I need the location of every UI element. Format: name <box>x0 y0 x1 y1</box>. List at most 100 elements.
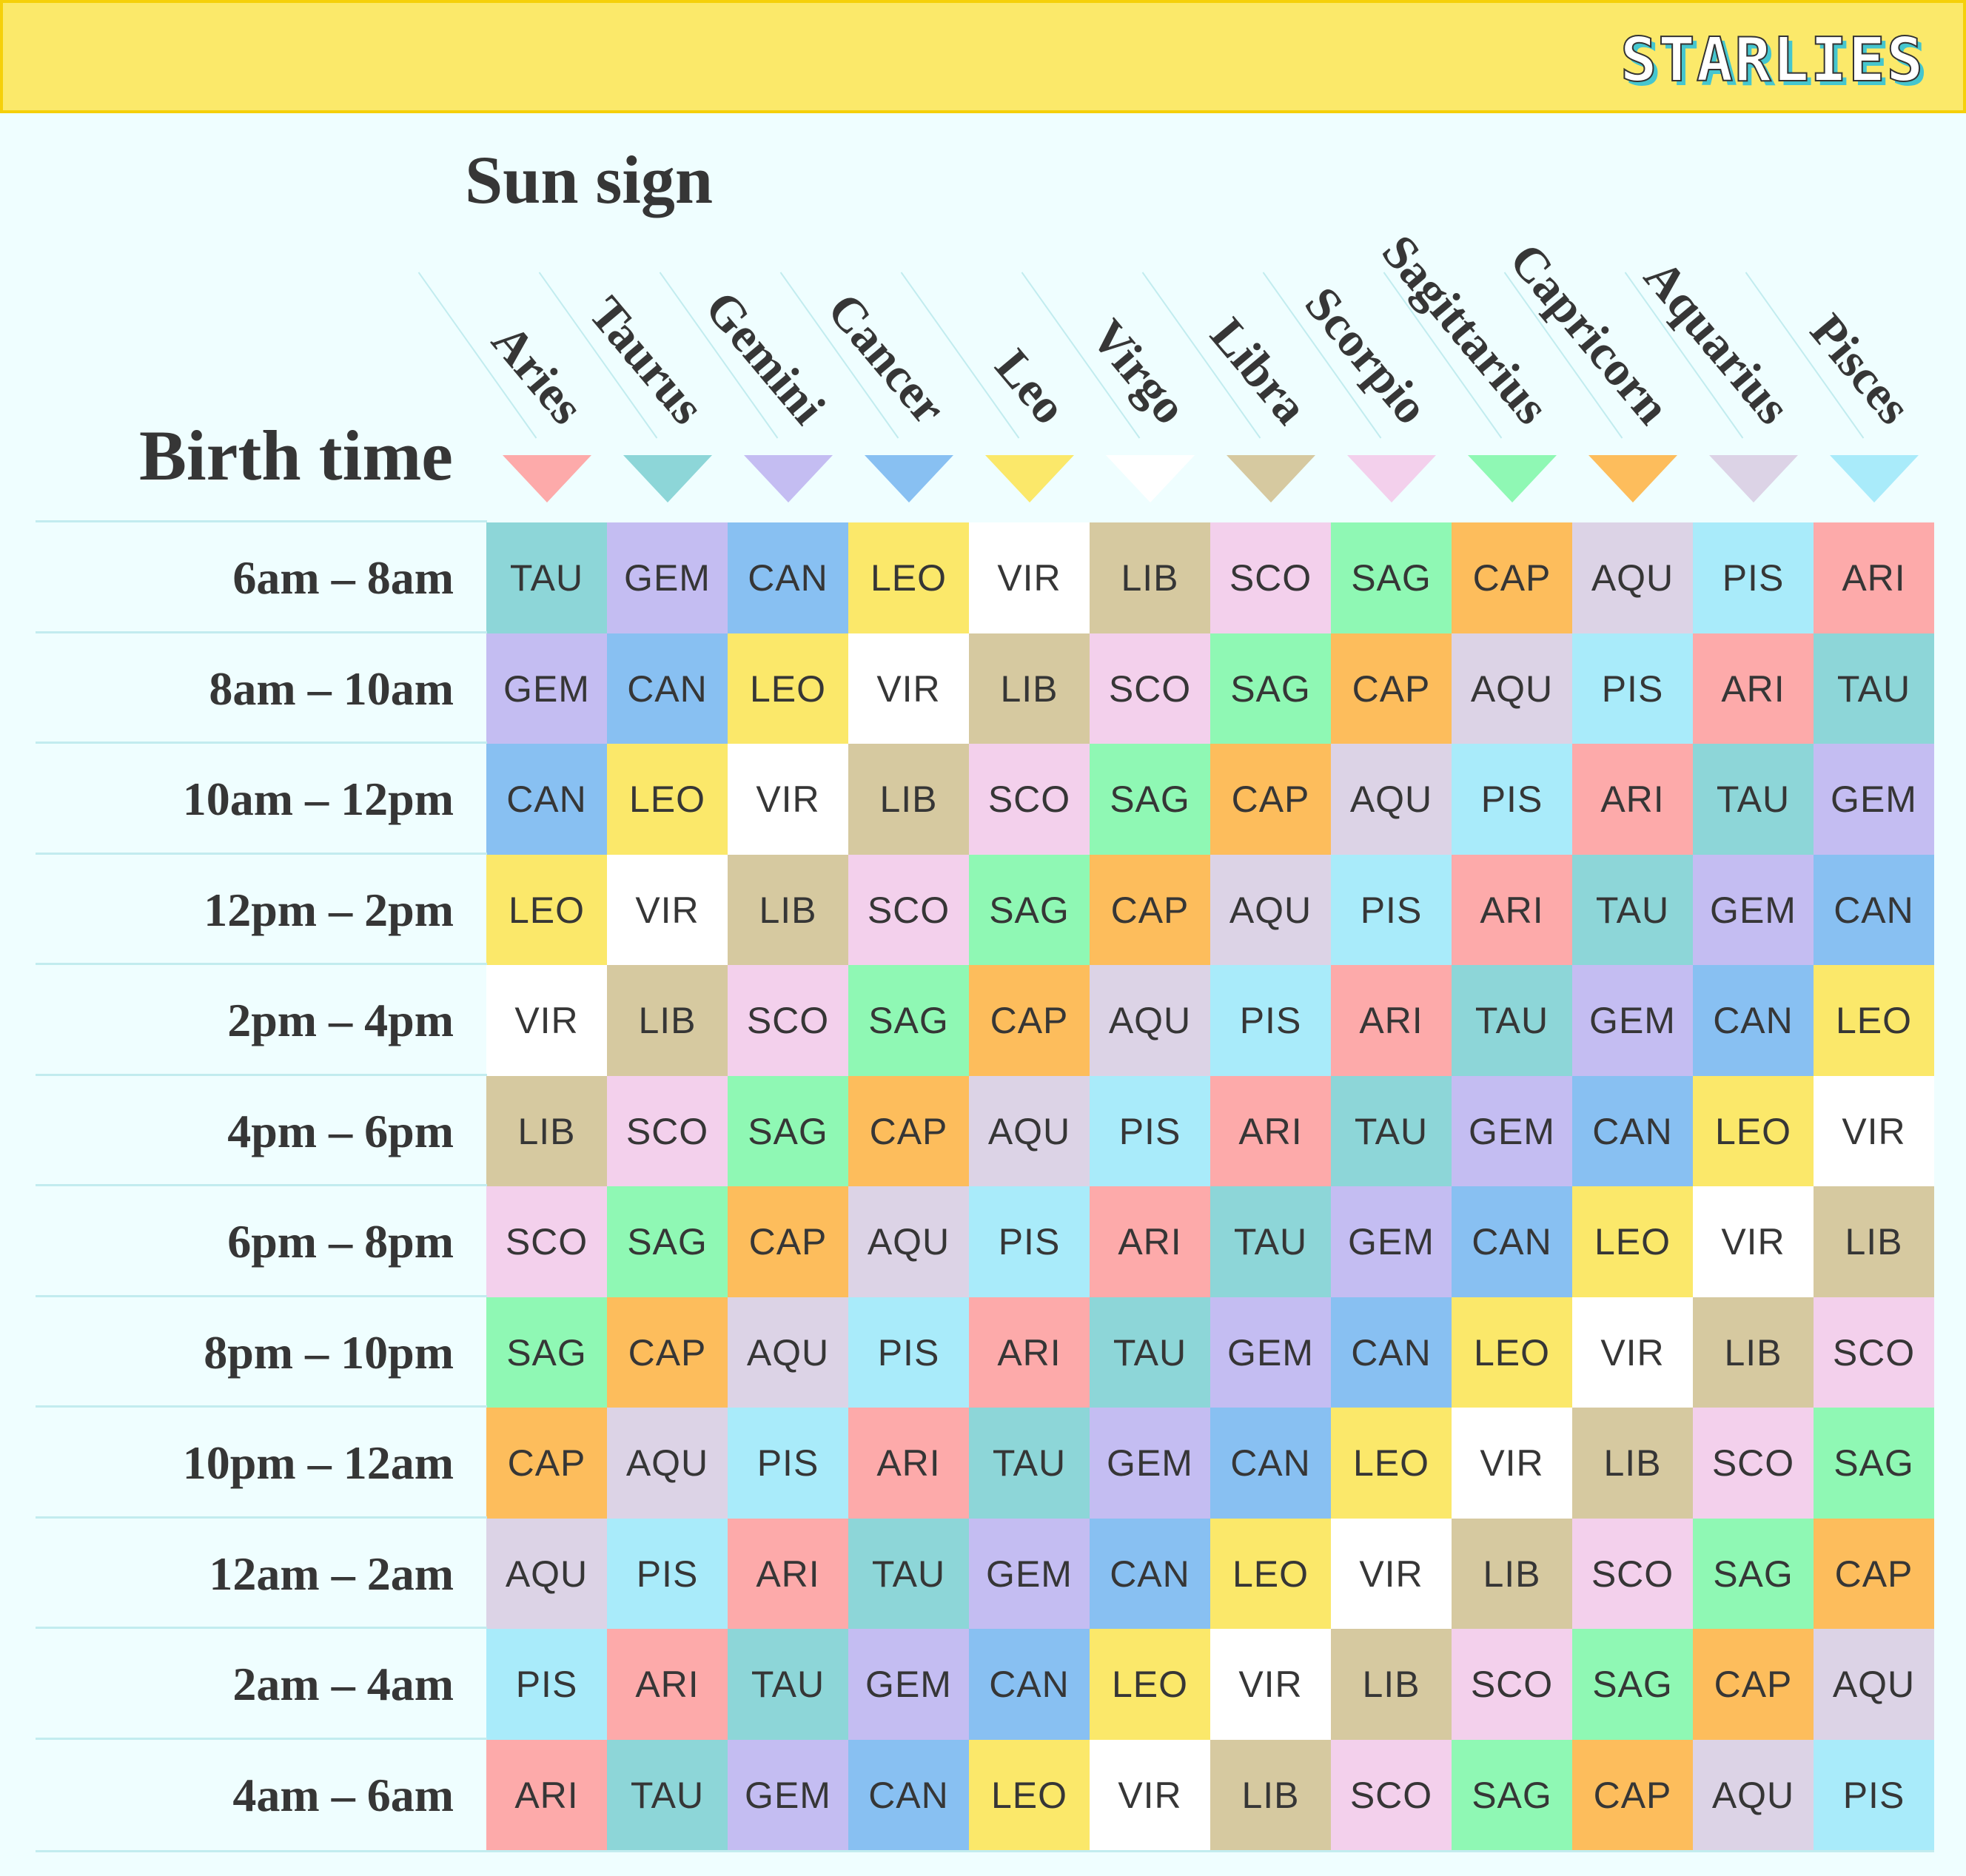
table-cell-pis: PIS <box>1572 633 1693 744</box>
row-label-birth-time: 4pm – 6pm <box>227 1104 454 1157</box>
table-cell-vir: VIR <box>1452 1408 1572 1519</box>
table-cell-leo: LEO <box>1090 1629 1210 1740</box>
table-cell-ari: ARI <box>607 1629 728 1740</box>
table-cell-vir: VIR <box>1814 1075 1934 1187</box>
row-label-birth-time: 8am – 10am <box>209 662 454 715</box>
table-cell-sco: SCO <box>486 1186 607 1297</box>
table-cell-can: CAN <box>607 633 728 744</box>
table-cell-leo: LEO <box>1331 1408 1452 1519</box>
column-marker-triangle <box>1346 455 1436 502</box>
table-cell-gem: GEM <box>607 522 728 633</box>
table-cell-sag: SAG <box>1090 744 1210 855</box>
table-cell-vir: VIR <box>969 522 1090 633</box>
table-cell-cap: CAP <box>1693 1629 1814 1740</box>
table-cell-ari: ARI <box>1814 522 1934 633</box>
table-cell-gem: GEM <box>486 633 607 744</box>
table-cell-pis: PIS <box>1452 744 1572 855</box>
table-cell-cap: CAP <box>607 1297 728 1408</box>
table-cell-ari: ARI <box>1331 965 1452 1076</box>
table-cell-aqu: AQU <box>1452 633 1572 744</box>
table-cell-lib: LIB <box>1572 1408 1693 1519</box>
table-cell-can: CAN <box>1814 854 1934 966</box>
table-cell-cap: CAP <box>1572 1739 1693 1851</box>
row-divider <box>36 1850 1934 1852</box>
table-cell-tau: TAU <box>1210 1186 1331 1297</box>
table-cell-ari: ARI <box>486 1739 607 1851</box>
table-cell-pis: PIS <box>1331 854 1452 966</box>
table-cell-ari: ARI <box>728 1518 848 1630</box>
table-cell-leo: LEO <box>1572 1186 1693 1297</box>
table-cell-can: CAN <box>728 522 848 633</box>
table-cell-ari: ARI <box>1452 854 1572 966</box>
table-cell-tau: TAU <box>1331 1075 1452 1187</box>
table-cell-leo: LEO <box>969 1739 1090 1851</box>
table-cell-leo: LEO <box>848 522 969 633</box>
table-cell-sag: SAG <box>848 965 969 1076</box>
table-cell-can: CAN <box>1210 1408 1331 1519</box>
table-cell-pis: PIS <box>1210 965 1331 1076</box>
table-cell-tau: TAU <box>848 1518 969 1630</box>
table-cell-aqu: AQU <box>1693 1739 1814 1851</box>
table-cell-tau: TAU <box>1572 854 1693 966</box>
table-cell-can: CAN <box>486 744 607 855</box>
table-cell-can: CAN <box>1331 1297 1452 1408</box>
table-cell-tau: TAU <box>969 1408 1090 1519</box>
row-label-birth-time: 4am – 6am <box>232 1768 454 1821</box>
table-cell-tau: TAU <box>1090 1297 1210 1408</box>
table-cell-gem: GEM <box>1572 965 1693 1076</box>
table-cell-gem: GEM <box>1090 1408 1210 1519</box>
table-cell-cap: CAP <box>486 1408 607 1519</box>
table-cell-sag: SAG <box>1452 1739 1572 1851</box>
table-cell-lib: LIB <box>728 854 848 966</box>
table-cell-aqu: AQU <box>1090 965 1210 1076</box>
table-cell-lib: LIB <box>1331 1629 1452 1740</box>
table-cell-vir: VIR <box>1331 1518 1452 1630</box>
column-marker-triangle <box>1708 455 1798 502</box>
table-cell-vir: VIR <box>1210 1629 1331 1740</box>
table-cell-lib: LIB <box>1090 522 1210 633</box>
table-cell-leo: LEO <box>1210 1518 1331 1630</box>
table-cell-vir: VIR <box>1090 1739 1210 1851</box>
table-cell-sco: SCO <box>848 854 969 966</box>
table-cell-can: CAN <box>1693 965 1814 1076</box>
table-cell-sco: SCO <box>1210 522 1331 633</box>
table-cell-aqu: AQU <box>1814 1629 1934 1740</box>
table-cell-gem: GEM <box>848 1629 969 1740</box>
row-label-birth-time: 12pm – 2pm <box>204 883 454 936</box>
row-label-birth-time: 8pm – 10pm <box>204 1325 454 1379</box>
table-cell-can: CAN <box>1572 1075 1693 1187</box>
table-cell-sag: SAG <box>969 854 1090 966</box>
column-marker-triangle <box>1829 455 1919 502</box>
table-cell-sag: SAG <box>486 1297 607 1408</box>
table-cell-pis: PIS <box>1693 522 1814 633</box>
row-label-birth-time: 6am – 8am <box>232 551 454 604</box>
table-cell-aqu: AQU <box>607 1408 728 1519</box>
table-cell-aqu: AQU <box>1331 744 1452 855</box>
table-cell-leo: LEO <box>1814 965 1934 1076</box>
table-cell-lib: LIB <box>607 965 728 1076</box>
table-cell-gem: GEM <box>1814 744 1934 855</box>
row-axis-title: Birth time <box>139 416 453 495</box>
table-cell-sco: SCO <box>1452 1629 1572 1740</box>
row-label-birth-time: 2am – 4am <box>232 1658 454 1710</box>
table-cell-cap: CAP <box>1090 854 1210 966</box>
column-marker-triangle <box>743 455 833 502</box>
table-cell-lib: LIB <box>848 744 969 855</box>
table-cell-sco: SCO <box>1693 1408 1814 1519</box>
table-cell-cap: CAP <box>969 965 1090 1076</box>
table-cell-pis: PIS <box>728 1408 848 1519</box>
table-cell-cap: CAP <box>1210 744 1331 855</box>
table-cell-cap: CAP <box>848 1075 969 1187</box>
table-cell-lib: LIB <box>1452 1518 1572 1630</box>
table-cell-sco: SCO <box>607 1075 728 1187</box>
column-marker-triangle <box>1467 455 1557 502</box>
table-cell-sag: SAG <box>1572 1629 1693 1740</box>
table-cell-tau: TAU <box>1693 744 1814 855</box>
table-cell-cap: CAP <box>1331 633 1452 744</box>
table-cell-pis: PIS <box>1090 1075 1210 1187</box>
table-cell-can: CAN <box>969 1629 1090 1740</box>
table-cell-sco: SCO <box>1090 633 1210 744</box>
table-cell-sco: SCO <box>1572 1518 1693 1630</box>
table-cell-aqu: AQU <box>969 1075 1090 1187</box>
table-cell-cap: CAP <box>728 1186 848 1297</box>
